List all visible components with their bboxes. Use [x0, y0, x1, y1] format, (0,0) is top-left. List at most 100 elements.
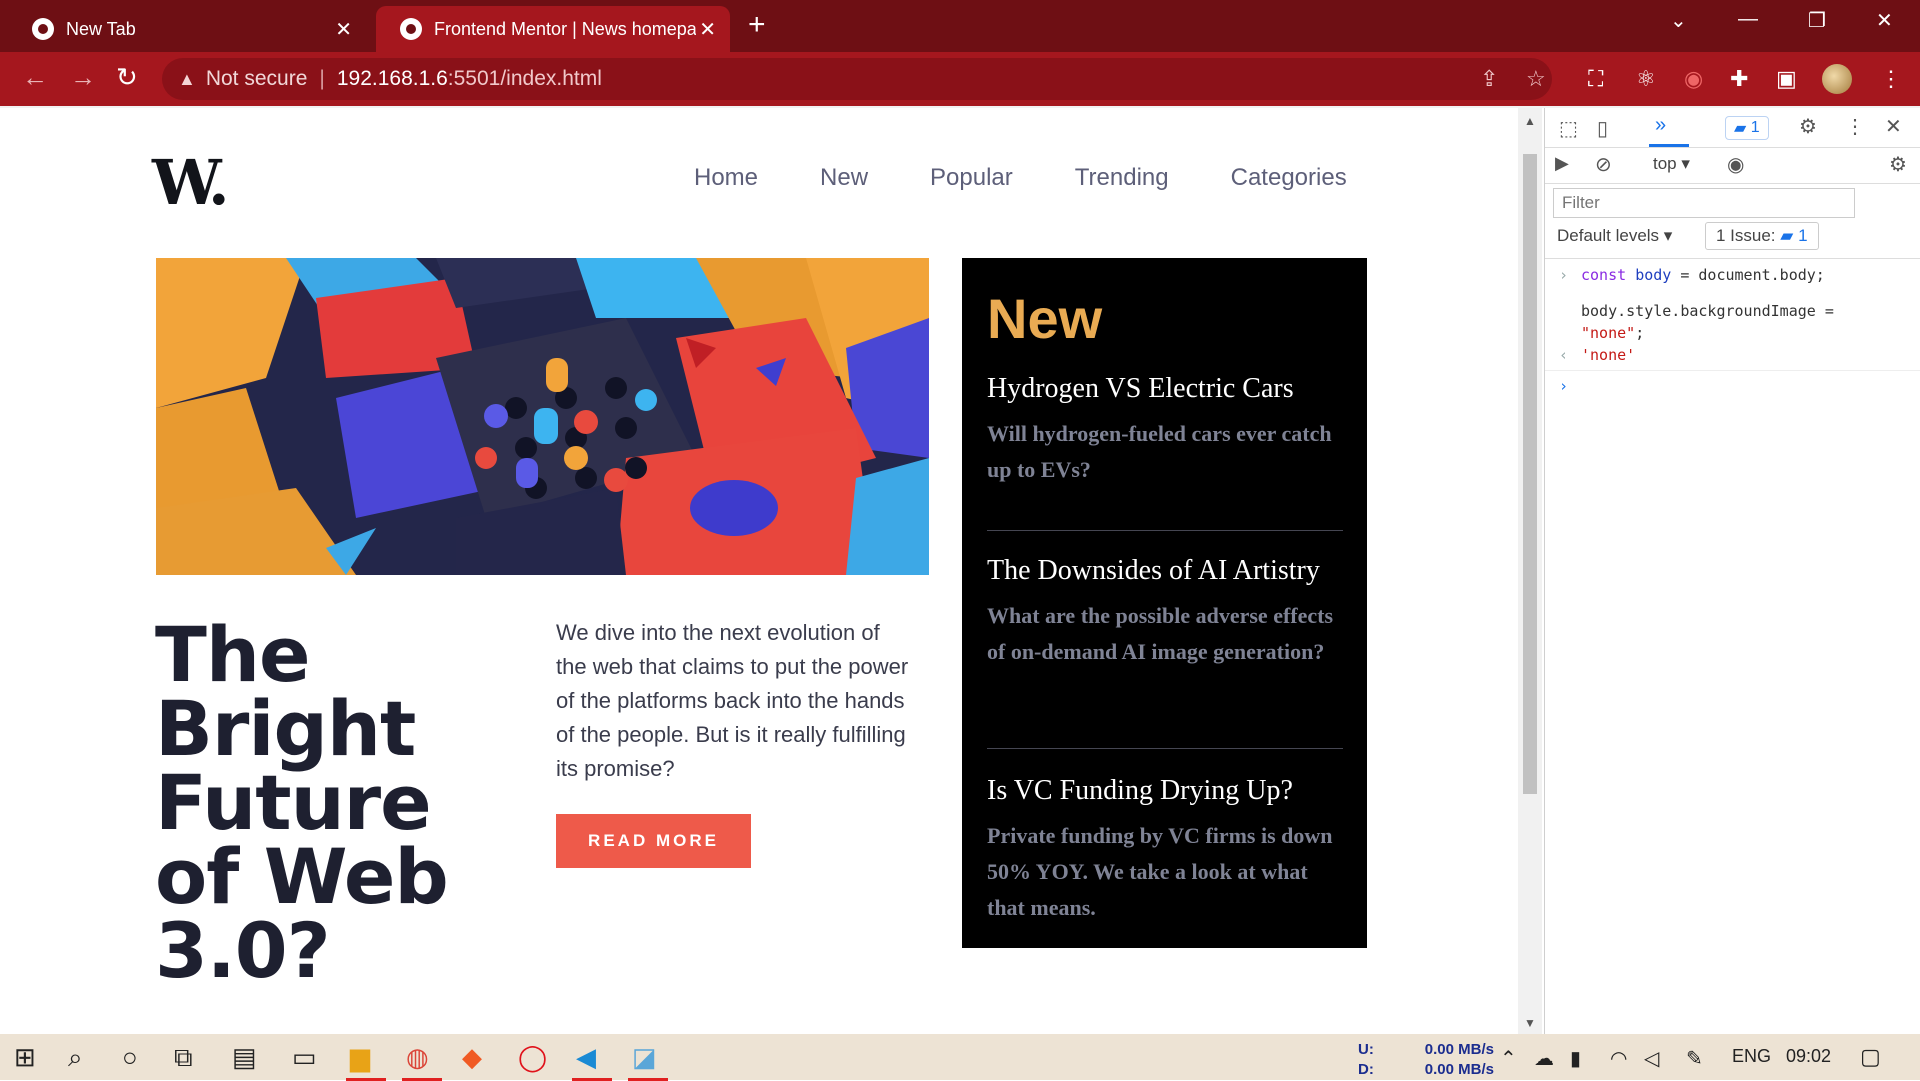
settings-gear-icon[interactable]: ⚙ — [1799, 114, 1817, 139]
profile-avatar[interactable] — [1822, 64, 1852, 94]
article-title[interactable]: Is VC Funding Drying Up? — [987, 774, 1343, 808]
onedrive-cloud-icon[interactable]: ☁ — [1534, 1046, 1554, 1071]
search-icon[interactable]: ⌕ — [68, 1042, 83, 1074]
record-icon[interactable]: ◉ — [1684, 66, 1703, 92]
minimize-button[interactable]: — — [1738, 8, 1758, 31]
new-tab-button[interactable]: + — [748, 8, 766, 42]
log-levels-dropdown[interactable]: Default levels ▾ — [1557, 226, 1672, 246]
task-view-icon[interactable]: ⧉ — [174, 1042, 193, 1074]
devtools-panel: ⬚ ▯ » ▰ 1 ⚙ ⋮ ✕ ▶ ⊘ top ▾ ◉ ⚙ Default le… — [1544, 108, 1920, 1034]
scroll-up-arrow-icon[interactable]: ▲ — [1524, 114, 1536, 128]
context-selector[interactable]: top ▾ — [1653, 154, 1690, 174]
prompt-chevron-icon: › — [1559, 266, 1569, 284]
globe-icon — [400, 18, 422, 40]
nav-link-trending[interactable]: Trending — [1075, 164, 1169, 192]
hero-image — [156, 258, 929, 575]
console-output[interactable]: › const body = document.body; body.style.… — [1545, 264, 1920, 395]
chevron-up-icon[interactable]: ⌃ — [1500, 1046, 1517, 1071]
chrome-icon — [32, 18, 54, 40]
inspect-element-icon[interactable]: ⬚ — [1559, 116, 1578, 141]
share-icon[interactable]: ⇪ — [1480, 66, 1498, 92]
scroll-down-arrow-icon[interactable]: ▼ — [1524, 1016, 1536, 1030]
back-button[interactable]: ← — [22, 62, 48, 93]
more-panels-icon[interactable]: » — [1655, 114, 1666, 137]
brave-icon[interactable]: ◆ — [462, 1042, 482, 1073]
page-scrollbar[interactable]: ▲ ▼ — [1518, 108, 1542, 1034]
console-settings-gear-icon[interactable]: ⚙ — [1889, 152, 1907, 177]
tab-frontend-mentor[interactable]: Frontend Mentor | News homepage ✕ — [376, 6, 730, 52]
result-arrow-icon: ‹ — [1559, 346, 1569, 364]
pen-icon[interactable]: ✎ — [1686, 1046, 1703, 1071]
tab-close-icon[interactable]: ✕ — [699, 17, 716, 42]
prompt-chevron-icon: › — [1559, 377, 1569, 395]
address-bar[interactable]: ▲ Not secure | 192.168.1.6:5501/index.ht… — [162, 58, 1552, 100]
article-summary: Will hydrogen-fueled cars ever catch up … — [987, 421, 1332, 482]
tab-title: Frontend Mentor | News homepage — [434, 18, 696, 39]
device-toolbar-icon[interactable]: ▯ — [1597, 116, 1608, 141]
live-expression-eye-icon[interactable]: ◉ — [1727, 152, 1744, 177]
app-icon[interactable]: ▤ — [232, 1042, 257, 1073]
new-article-item[interactable]: Is VC Funding Drying Up? Private funding… — [987, 774, 1343, 926]
tab-strip: New Tab ✕ Frontend Mentor | News homepag… — [0, 0, 1920, 52]
file-explorer-icon[interactable]: ▆ — [346, 1042, 386, 1081]
tab-new-tab[interactable]: New Tab ✕ — [8, 6, 366, 52]
page-viewport: W. Home New Popular Trending Categories — [0, 108, 1518, 1034]
clock[interactable]: 09:02 — [1786, 1046, 1831, 1067]
notifications-icon[interactable]: ▢ — [1860, 1044, 1881, 1070]
console-filter-input[interactable] — [1553, 188, 1855, 218]
warning-icon: ▲ — [178, 68, 196, 89]
app-icon[interactable]: ◪ — [628, 1042, 668, 1081]
close-devtools-icon[interactable]: ✕ — [1885, 114, 1902, 139]
chrome-icon[interactable]: ◍ — [402, 1042, 442, 1081]
issues-counter-badge[interactable]: ▰ 1 — [1725, 116, 1769, 140]
react-devtools-icon[interactable]: ⚛ — [1636, 66, 1656, 92]
clear-console-icon[interactable]: ⊘ — [1595, 152, 1612, 177]
issues-button[interactable]: 1 Issue: ▰ 1 — [1705, 222, 1819, 250]
read-more-button[interactable]: READ MORE — [556, 814, 751, 868]
tab-search-icon[interactable]: ⌄ — [1670, 8, 1687, 33]
network-speed-labels: U: D: — [1358, 1041, 1374, 1078]
tab-close-icon[interactable]: ✕ — [335, 17, 352, 42]
tab-title: New Tab — [66, 18, 136, 39]
nav-link-popular[interactable]: Popular — [930, 164, 1013, 192]
cortana-icon[interactable]: ○ — [122, 1042, 138, 1073]
volume-icon[interactable]: ◁ — [1644, 1046, 1659, 1071]
scrollbar-thumb[interactable] — [1523, 154, 1537, 794]
article-summary: Private funding by VC firms is down 50% … — [987, 823, 1333, 920]
wifi-icon[interactable]: ◠ — [1610, 1046, 1627, 1071]
menu-kebab-icon[interactable]: ⋮ — [1880, 66, 1902, 92]
new-articles-panel: New Hydrogen VS Electric Cars Will hydro… — [962, 258, 1367, 948]
opera-icon[interactable]: ◯ — [518, 1042, 547, 1073]
reload-button[interactable]: ↻ — [116, 62, 138, 93]
sidebar-toggle-icon[interactable]: ▶ — [1555, 153, 1569, 174]
computer-icon[interactable]: ▭ — [292, 1042, 317, 1073]
article-title[interactable]: Hydrogen VS Electric Cars — [987, 372, 1343, 406]
side-panel-icon[interactable]: ▣ — [1776, 66, 1797, 92]
console-input-line: "none"; — [1581, 324, 1645, 342]
restore-button[interactable]: ❐ — [1808, 8, 1826, 33]
extension-screenshot-icon[interactable]: ⛶ — [1588, 66, 1603, 92]
article-title[interactable]: The Downsides of AI Artistry — [987, 554, 1343, 588]
nav-link-new[interactable]: New — [820, 164, 868, 192]
nav-link-categories[interactable]: Categories — [1231, 164, 1347, 192]
bookmark-star-icon[interactable]: ☆ — [1526, 66, 1546, 92]
site-logo[interactable]: W. — [152, 146, 230, 219]
extensions-puzzle-icon[interactable]: ✚ — [1730, 66, 1748, 92]
devtools-menu-icon[interactable]: ⋮ — [1845, 114, 1865, 139]
language-indicator[interactable]: ENG — [1732, 1046, 1771, 1067]
active-tab-indicator — [1649, 144, 1689, 147]
new-section-heading: New — [987, 287, 1103, 350]
windows-start-icon[interactable]: ⊞ — [14, 1042, 36, 1073]
console-input-line: › const body = document.body; — [1559, 266, 1825, 284]
new-article-item[interactable]: The Downsides of AI Artistry What are th… — [987, 554, 1343, 670]
close-window-button[interactable]: ✕ — [1876, 8, 1893, 33]
nav-link-home[interactable]: Home — [694, 164, 758, 192]
devtools-tabbar: ⬚ ▯ » ▰ 1 ⚙ ⋮ ✕ — [1545, 108, 1920, 148]
vscode-icon[interactable]: ◀ — [572, 1042, 612, 1081]
console-input-line: body.style.backgroundImage = — [1581, 302, 1834, 320]
forward-button[interactable]: → — [70, 62, 96, 93]
battery-icon[interactable]: ▮ — [1570, 1046, 1581, 1071]
new-article-item[interactable]: Hydrogen VS Electric Cars Will hydrogen-… — [987, 372, 1343, 488]
url-path: :5501/index.html — [447, 67, 602, 90]
security-label: Not secure — [205, 67, 308, 90]
